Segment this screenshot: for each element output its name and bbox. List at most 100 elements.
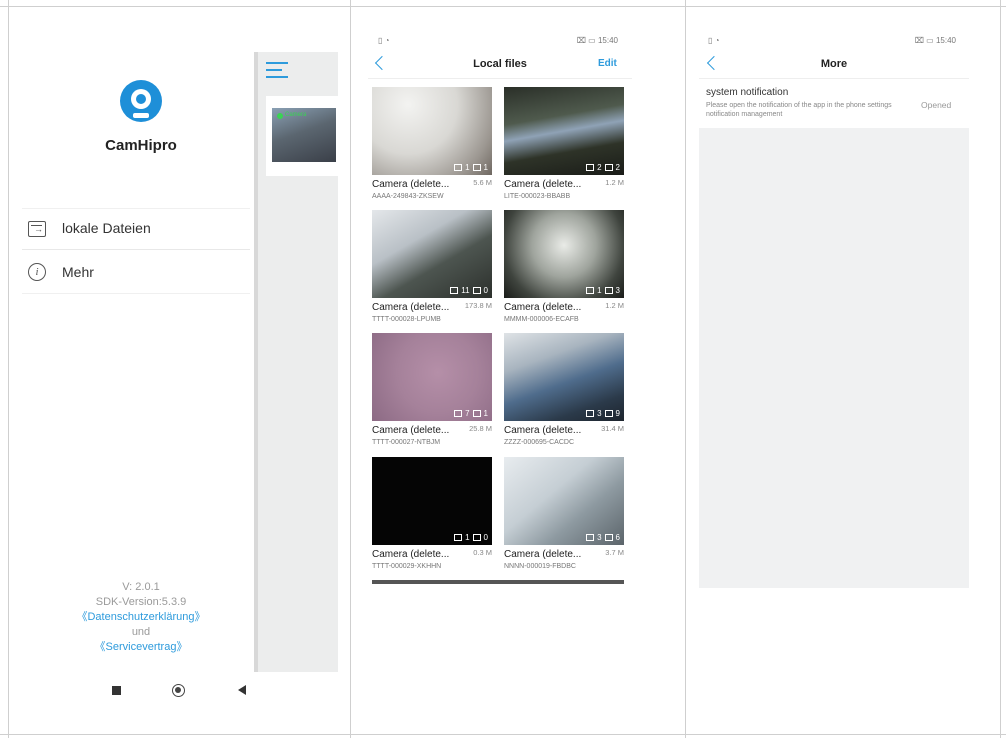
- photo-count-icon: [472, 410, 481, 417]
- preview-overlay-text: Camera: [285, 112, 307, 118]
- video-count-icon: [586, 164, 595, 171]
- edit-button[interactable]: Edit: [598, 58, 617, 69]
- app-version: V: 2.0.1: [122, 581, 160, 593]
- drawer-edge: [254, 52, 258, 672]
- camera-preview-thumbnail[interactable]: Camera: [272, 108, 336, 162]
- android-nav-bar: [110, 684, 250, 698]
- header-divider: [368, 78, 632, 79]
- tile-name: Camera (delete...: [504, 302, 582, 313]
- next-row-thumbnails: [372, 580, 624, 584]
- photo-count-icon: [604, 410, 613, 417]
- video-count-icon: [454, 534, 463, 541]
- back-arrow-icon[interactable]: [706, 55, 722, 71]
- status-icons: ▯ ◔: [708, 36, 720, 45]
- file-tile[interactable]: 71 Camera (delete... 25.8 M TTTT-000027-…: [372, 333, 492, 446]
- tile-thumbnail: 11: [372, 87, 492, 175]
- tile-name: Camera (delete...: [372, 179, 450, 190]
- local-files-icon: [28, 221, 46, 237]
- frame-top: [0, 6, 1006, 7]
- app-name: CamHipro: [105, 137, 177, 154]
- system-notification-title: system notification: [706, 87, 789, 98]
- tile-thumbnail: 36: [504, 457, 624, 545]
- home-icon[interactable]: [172, 684, 185, 697]
- photo-count: 2: [615, 163, 620, 172]
- battery-icon: ⌧ ▭: [576, 36, 598, 45]
- battery-icon: ⌧ ▭: [914, 36, 936, 45]
- info-icon: i: [28, 263, 46, 281]
- privacy-policy-link[interactable]: 《Datenschutzerklärung》: [60, 610, 222, 625]
- tile-device-id: ZZZZ-000695-CACDC: [504, 439, 575, 446]
- file-tile[interactable]: 36 Camera (delete... 3.7 M NNNN-000019-F…: [504, 457, 624, 570]
- tile-size: 1.2 M: [605, 178, 624, 187]
- photo-count: 1: [483, 409, 488, 418]
- photo-count: 6: [615, 533, 620, 542]
- photo-count: 0: [483, 533, 488, 542]
- video-count: 7: [465, 409, 470, 418]
- version-footer: V: 2.0.1 SDK-Version:5.3.9 《Datenschutze…: [60, 580, 222, 655]
- video-count-icon: [586, 534, 595, 541]
- tile-device-id: TTTT-000029-XKHHN: [372, 563, 442, 570]
- sdk-version: SDK-Version:5.3.9: [95, 596, 187, 608]
- tile-size: 3.7 M: [605, 548, 624, 557]
- empty-content-area: [699, 128, 969, 588]
- video-count-icon: [454, 164, 463, 171]
- header-divider: [699, 78, 969, 79]
- photo-count: 1: [483, 163, 488, 172]
- camera-logo-icon: [120, 80, 162, 122]
- tile-name: Camera (delete...: [504, 549, 582, 560]
- video-count: 1: [465, 163, 470, 172]
- hamburger-menu-icon[interactable]: [266, 62, 288, 78]
- video-count: 1: [465, 533, 470, 542]
- menu-item-label: Mehr: [62, 264, 94, 280]
- menu-item-label: lokale Dateien: [62, 220, 151, 236]
- status-time: 15:40: [597, 36, 618, 45]
- tile-size: 1.2 M: [605, 301, 624, 310]
- tile-device-id: MMMM-000006-ECAFB: [504, 316, 579, 323]
- back-triangle-icon[interactable]: [238, 685, 246, 695]
- tile-thumbnail: 11 0: [372, 210, 492, 298]
- status-bar: ▯ ◔ ⌧ ▭ 15:40: [708, 34, 956, 48]
- notification-status[interactable]: Opened: [921, 100, 951, 110]
- photo-count-icon: [472, 164, 481, 171]
- file-tile[interactable]: 11 Camera (delete... 5.6 M AAAA-249843-Z…: [372, 87, 492, 200]
- footer-and: und: [131, 626, 151, 638]
- tile-device-id: TTTT-000028-LPUMB: [372, 316, 441, 323]
- tile-device-id: NNNN-000019-FBDBC: [504, 563, 576, 570]
- frame-left: [8, 0, 9, 738]
- tile-device-id: AAAA-249843-ZKSEW: [372, 193, 444, 200]
- photo-count-icon: [472, 287, 481, 294]
- frame-right: [1000, 0, 1001, 738]
- recents-icon[interactable]: [112, 686, 121, 695]
- tile-name: Camera (delete...: [372, 302, 450, 313]
- tile-size: 31.4 M: [601, 424, 624, 433]
- video-count: 3: [597, 409, 602, 418]
- video-count-icon: [586, 410, 595, 417]
- service-agreement-link[interactable]: 《Servicevertrag》: [60, 640, 222, 655]
- tile-size: 173.8 M: [464, 301, 492, 310]
- file-tile[interactable]: 22 Camera (delete... 1.2 M LITE-000023-B…: [504, 87, 624, 200]
- file-tile[interactable]: 11 0 Camera (delete... 173.8 M TTTT-00002…: [372, 210, 492, 323]
- photo-count-icon: [604, 287, 613, 294]
- tile-name: Camera (delete...: [504, 179, 582, 190]
- status-icons: ▯ ◔: [378, 36, 390, 45]
- menu-item-more[interactable]: i Mehr: [22, 253, 250, 294]
- photo-count-icon: [472, 534, 481, 541]
- photo-count: 9: [615, 409, 620, 418]
- page-title: More: [820, 58, 848, 70]
- menu-item-local-files[interactable]: lokale Dateien: [22, 208, 250, 250]
- frame-bottom: [0, 734, 1006, 735]
- tile-name: Camera (delete...: [504, 425, 582, 436]
- tile-name: Camera (delete...: [372, 549, 450, 560]
- tile-thumbnail: 22: [504, 87, 624, 175]
- tile-name: Camera (delete...: [372, 425, 450, 436]
- photo-count-icon: [604, 534, 613, 541]
- tile-thumbnail: 71: [372, 333, 492, 421]
- file-tile[interactable]: 3 9 Camera (delete... 31.4 M ZZZZ-000695-…: [504, 333, 624, 446]
- video-count: 1: [597, 286, 602, 295]
- back-arrow-icon[interactable]: [374, 55, 390, 71]
- system-notification-description: Please open the notification of the app …: [706, 102, 892, 118]
- frame-divider-2: [685, 0, 686, 738]
- file-tile[interactable]: 13 Camera (delete... 1.2 M MMMM-000006-E…: [504, 210, 624, 323]
- status-time: 15:40: [935, 36, 956, 45]
- file-tile[interactable]: 10 Camera (delete... 0.3 M TTTT-000029-X…: [372, 457, 492, 570]
